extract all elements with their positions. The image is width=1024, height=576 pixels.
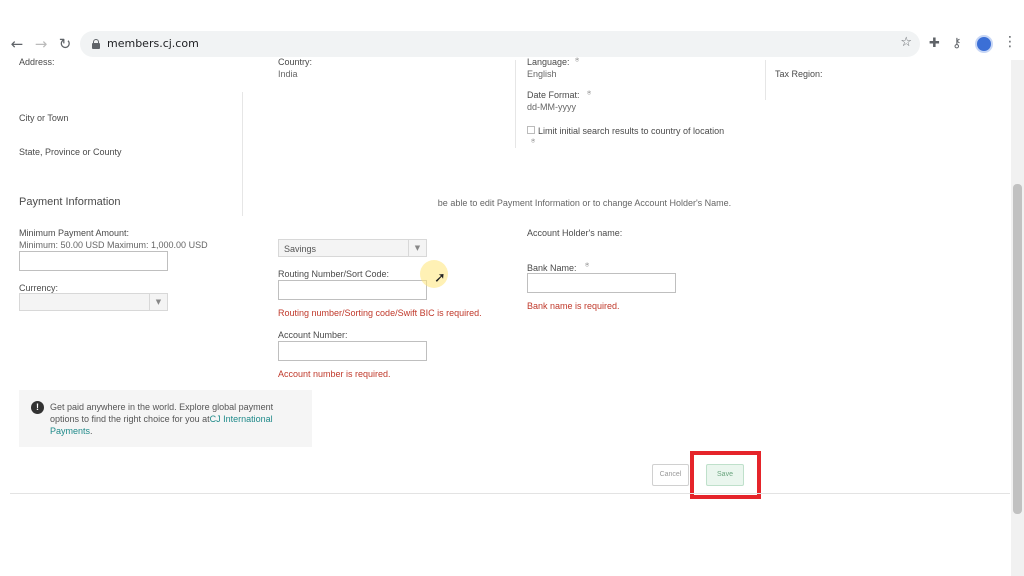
account-number-error: Account number is required. [278,369,391,379]
min-amount-label: Minimum Payment Amount: [19,228,130,238]
notice-suffix: . [90,426,93,436]
account-number-label: Account Number: [278,330,348,340]
chevron-down-icon: ▼ [408,240,426,256]
mouse-cursor-icon: ➚ [434,270,446,286]
scrollbar-thumb[interactable] [1013,184,1022,514]
address-label: Address: [19,57,55,67]
divider [242,92,243,216]
account-type-value: Savings [284,244,317,254]
key-icon[interactable]: ⚷ [952,36,962,51]
bank-name-input[interactable] [527,273,676,293]
save-highlight-box [690,451,761,499]
city-label: City or Town [19,113,69,123]
address-bar[interactable]: members.cj.com ☆ [80,31,920,57]
page-content: Address: Country: India Language: ⍟ Engl… [0,56,1010,576]
tax-region-label: Tax Region: [775,69,823,79]
url-text: members.cj.com [107,37,199,50]
profile-avatar[interactable] [975,35,993,53]
min-amount-range: Minimum: 50.00 USD Maximum: 1,000.00 USD [19,240,208,250]
forward-icon[interactable]: → [32,35,50,53]
cancel-button[interactable]: Cancel [652,464,689,486]
exclamation-icon: ! [31,401,44,414]
limit-search-checkbox[interactable] [527,126,535,134]
min-amount-input[interactable] [19,251,168,271]
bank-name-help-icon[interactable]: ⍟ [585,261,589,270]
extensions-icon[interactable]: ✚ [929,36,940,51]
browser-toolbar: ← → ↻ members.cj.com ☆ ✚ ⚷ ⋮ [0,28,1024,60]
payment-section-title: Payment Information [19,196,121,208]
reload-icon[interactable]: ↻ [56,35,74,53]
bank-name-error: Bank name is required. [527,301,620,311]
edit-notice: be able to edit Payment Information or t… [436,198,732,208]
routing-label: Routing Number/Sort Code: [278,269,390,279]
country-value: India [278,69,298,79]
account-type-select[interactable]: Savings ▼ [278,239,427,257]
routing-number-input[interactable] [278,280,427,300]
currency-select[interactable]: ▼ [19,293,168,311]
chevron-down-icon: ▼ [149,294,167,310]
account-number-input[interactable] [278,341,427,361]
date-format-value: dd-MM-yyyy [527,102,576,112]
bookmark-star-icon[interactable]: ☆ [900,35,912,50]
language-label: Language: [527,57,570,67]
page-scrollbar[interactable] [1011,60,1024,576]
state-label: State, Province or County [19,147,122,157]
divider [10,493,1010,494]
divider [515,60,516,88]
limit-search-label: Limit initial search results to country … [538,126,725,136]
bank-name-label: Bank Name: [527,263,577,273]
browser-menu-icon[interactable]: ⋮ [1003,34,1017,50]
language-help-icon[interactable]: ⍟ [575,56,579,65]
back-icon[interactable]: ← [8,35,26,53]
date-format-help-icon[interactable]: ⍟ [587,89,591,98]
divider [765,60,766,100]
notice-text: Get paid anywhere in the world. Explore … [50,401,300,437]
lock-icon [92,39,100,49]
international-payments-notice: ! Get paid anywhere in the world. Explor… [19,390,312,447]
limit-search-help-icon[interactable]: ⍟ [531,137,535,146]
routing-error: Routing number/Sorting code/Swift BIC is… [278,308,482,318]
account-holder-label: Account Holder's name: [527,228,623,238]
currency-label: Currency: [19,283,59,293]
date-format-label: Date Format: [527,90,580,100]
divider [515,88,516,148]
country-label: Country: [278,57,313,67]
language-value: English [527,69,557,79]
